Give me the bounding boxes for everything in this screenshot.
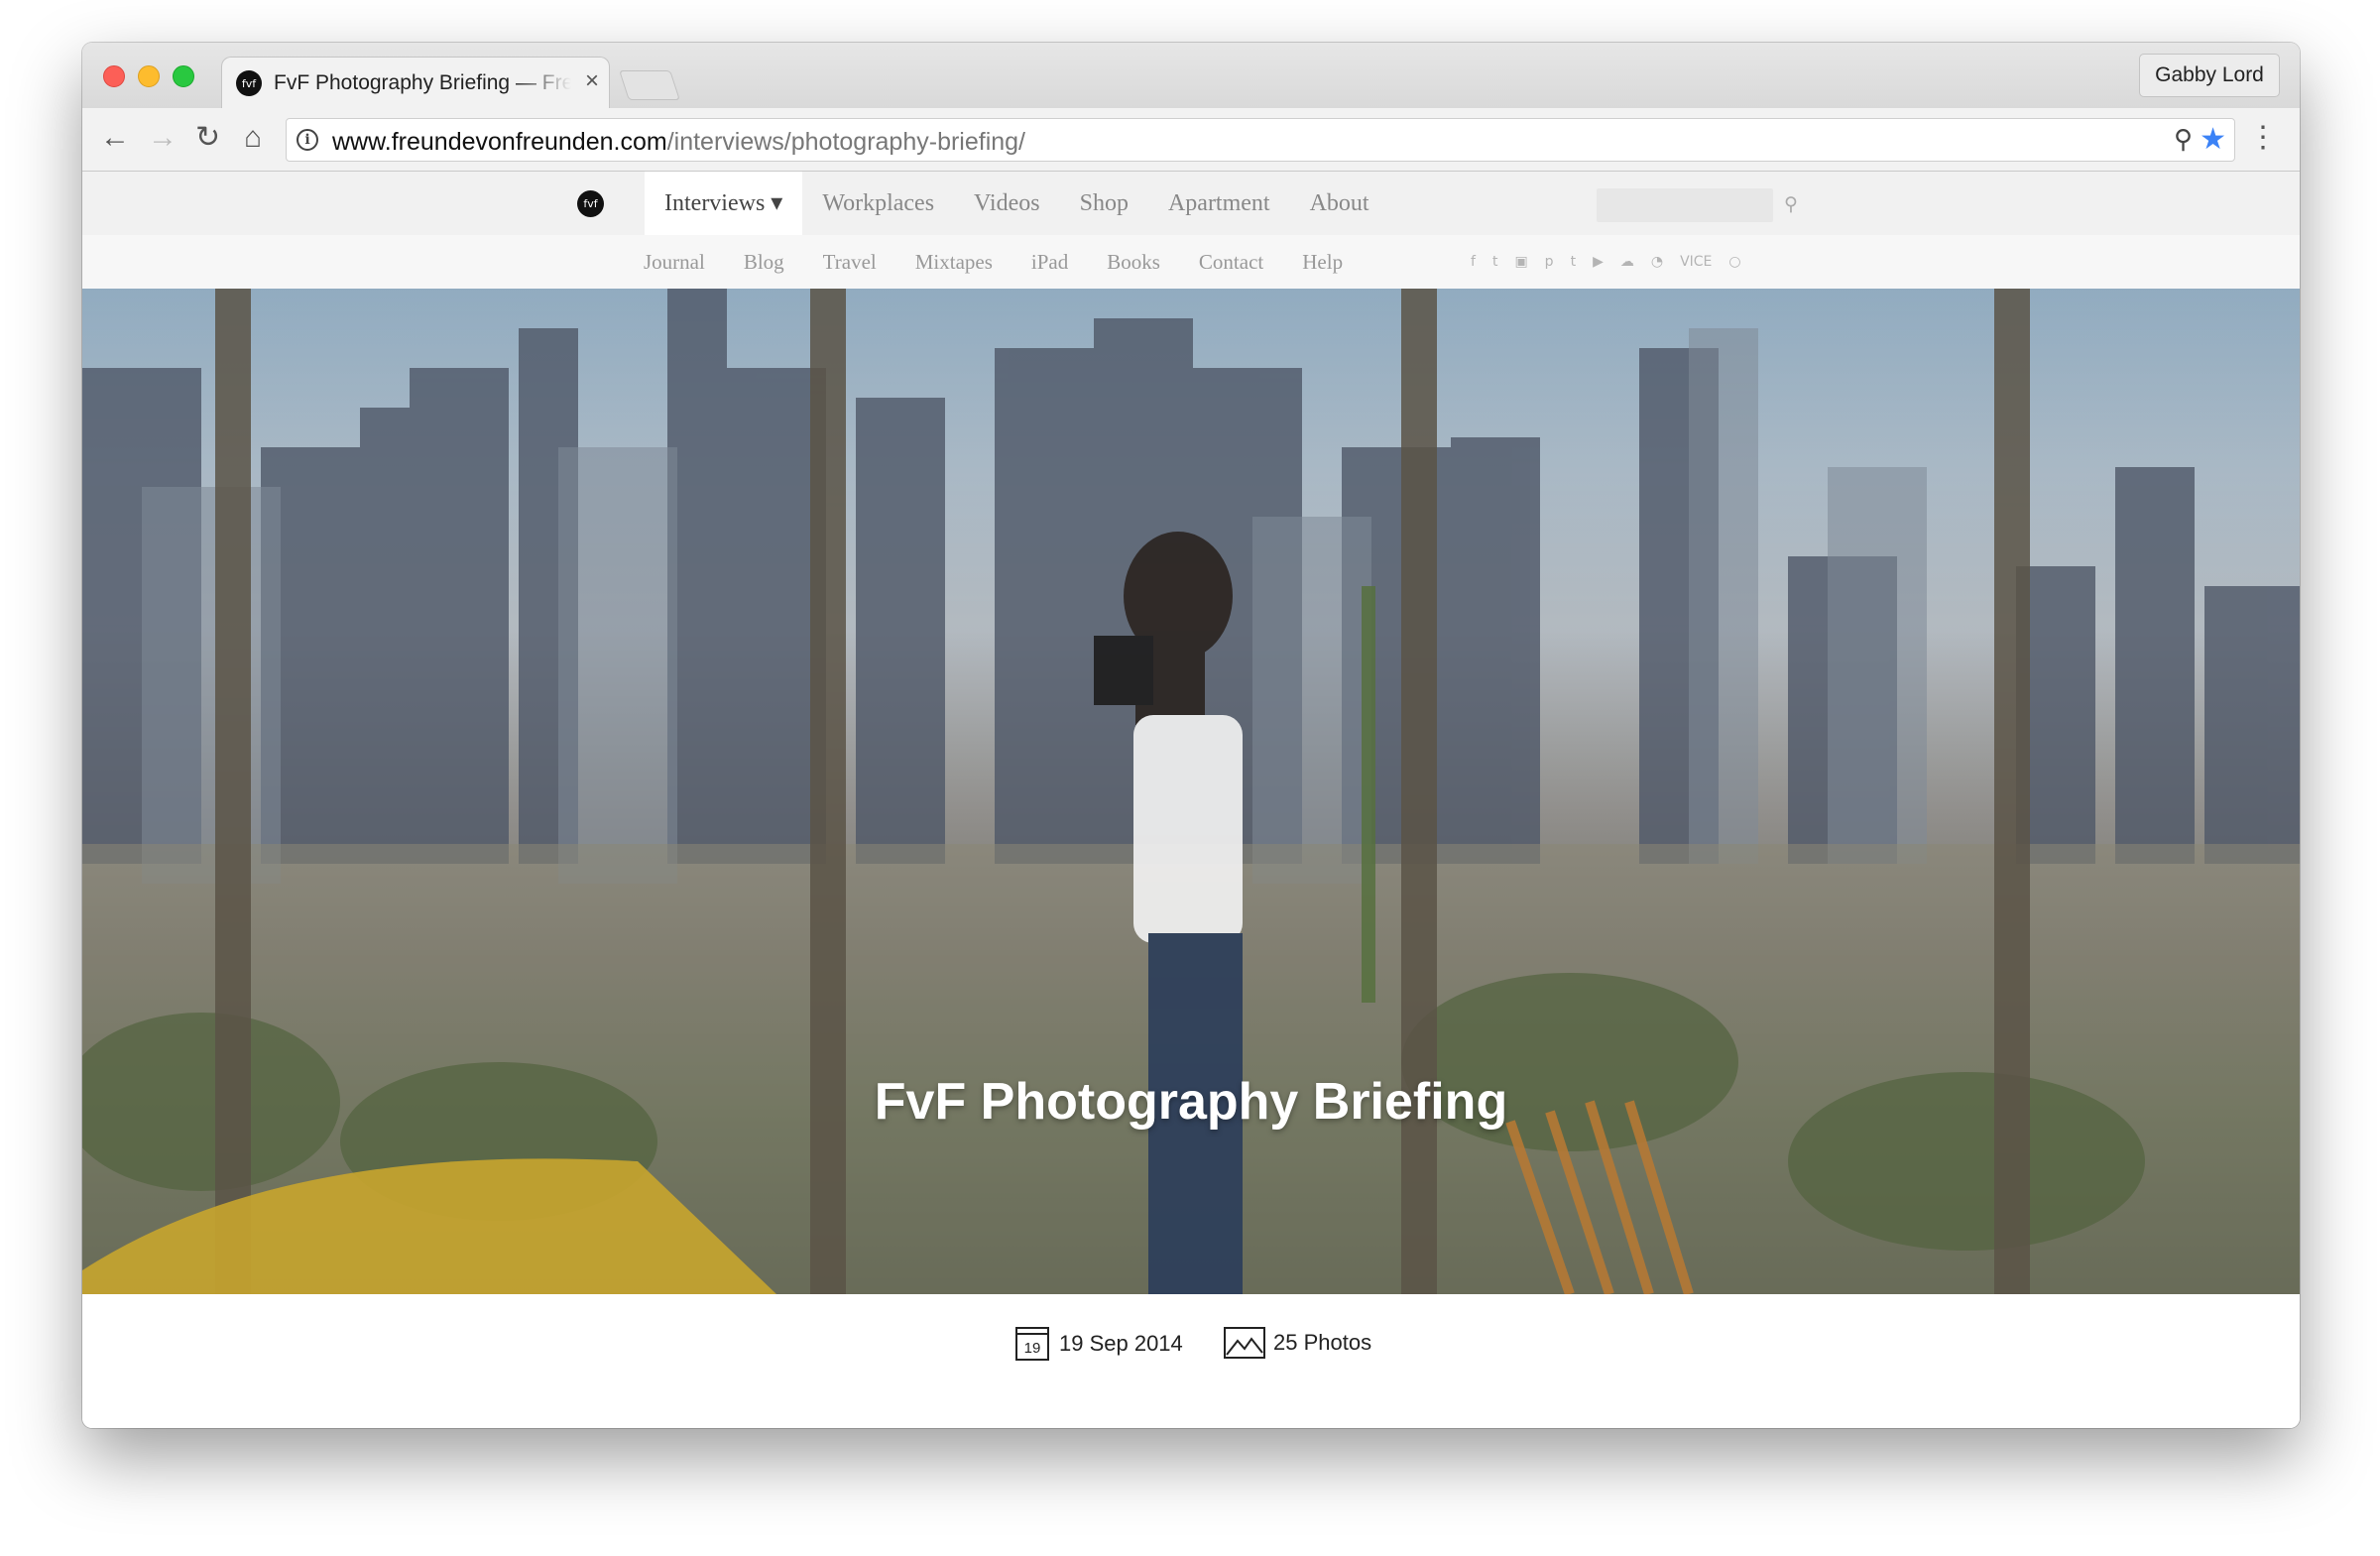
nav-item-videos[interactable]: Videos [954, 172, 1060, 235]
pinterest-icon[interactable]: p [1545, 254, 1554, 270]
sub-nav: Journal Blog Travel Mixtapes iPad Books … [644, 235, 1381, 289]
tab-active[interactable]: fvf FvF Photography Briefing — Freunde v… [221, 57, 610, 108]
info-icon[interactable]: i [297, 129, 318, 151]
maximize-window-button[interactable] [173, 65, 194, 87]
url-host: www.freundevonfreunden.com [332, 128, 667, 156]
reload-icon[interactable]: ↻ [195, 120, 220, 156]
subnav-item-journal[interactable]: Journal [644, 235, 705, 289]
subnav-item-mixtapes[interactable]: Mixtapes [915, 235, 993, 289]
browser-window: fvf FvF Photography Briefing — Freunde v… [82, 43, 2300, 1428]
bookmark-star-icon[interactable]: ★ [2200, 122, 2226, 157]
url-path: /interviews/photography-briefing/ [666, 128, 1026, 156]
vice-icon[interactable]: VICE [1680, 254, 1712, 270]
social-links: f t ▣ p t ▶ ☁ ◔ VICE ○ [1471, 253, 1758, 271]
tumblr-icon[interactable]: t [1571, 254, 1577, 270]
browser-toolbar: ← → ↻ ⌂ i www.freundevonfreunden.com/int… [82, 108, 2300, 172]
main-nav: Interviews ▾ Workplaces Videos Shop Apar… [645, 172, 1389, 235]
address-bar[interactable]: i www.freundevonfreunden.com/interviews/… [286, 118, 2235, 162]
nav-item-shop[interactable]: Shop [1060, 172, 1148, 235]
close-icon[interactable]: × [585, 67, 599, 95]
home-icon[interactable]: ⌂ [244, 120, 262, 156]
subnav-item-contact[interactable]: Contact [1199, 235, 1263, 289]
main-navbar: fvf Interviews ▾ Workplaces Videos Shop … [82, 172, 2300, 235]
rss-icon[interactable]: ◔ [1651, 254, 1663, 270]
photos-icon [1224, 1327, 1265, 1359]
back-arrow-icon[interactable]: ← [100, 120, 130, 156]
forward-arrow-icon[interactable]: → [148, 120, 178, 156]
close-window-button[interactable] [103, 65, 125, 87]
nav-item-interviews[interactable]: Interviews ▾ [645, 172, 803, 235]
fvf-logo[interactable]: fvf [577, 190, 604, 217]
browser-menu-icon[interactable]: ⋮ [2248, 120, 2278, 155]
tab-title: FvF Photography Briefing — Freunde von F… [274, 71, 571, 94]
subnav-item-ipad[interactable]: iPad [1031, 235, 1068, 289]
facebook-icon[interactable]: f [1471, 254, 1476, 270]
new-tab-button[interactable] [619, 70, 680, 100]
youtube-icon[interactable]: ▶ [1593, 254, 1604, 270]
circle-icon[interactable]: ○ [1728, 254, 1740, 270]
hero-title: FvF Photography Briefing [874, 1073, 1508, 1131]
twitter-icon[interactable]: t [1492, 254, 1498, 270]
soundcloud-icon[interactable]: ☁ [1620, 254, 1634, 270]
subnav-item-books[interactable]: Books [1107, 235, 1160, 289]
url-text[interactable]: www.freundevonfreunden.com/interviews/ph… [332, 128, 1025, 157]
instagram-icon[interactable]: ▣ [1514, 254, 1527, 270]
tab-strip: fvf FvF Photography Briefing — Freunde v… [82, 43, 2300, 108]
minimize-window-button[interactable] [138, 65, 160, 87]
profile-button[interactable]: Gabby Lord [2139, 54, 2280, 97]
date-text: 19 Sep 2014 [1059, 1331, 1183, 1356]
meta-date: 19 19 Sep 2014 [1015, 1327, 1183, 1361]
zoom-icon[interactable]: ⚲ [2174, 124, 2193, 155]
meta-photos[interactable]: 25 Photos [1224, 1327, 1371, 1359]
favicon-icon: fvf [236, 70, 262, 96]
site-search-input[interactable] [1597, 188, 1773, 222]
calendar-icon: 19 [1015, 1327, 1049, 1361]
photos-count: 25 Photos [1273, 1330, 1372, 1355]
article-meta: 19 19 Sep 2014 25 Photos [82, 1327, 2300, 1367]
subnav-item-blog[interactable]: Blog [744, 235, 784, 289]
nav-item-apartment[interactable]: Apartment [1148, 172, 1290, 235]
hero-image: FvF Photography Briefing [82, 289, 2300, 1294]
search-icon[interactable]: ⚲ [1784, 193, 1798, 216]
nav-item-workplaces[interactable]: Workplaces [802, 172, 954, 235]
subnav-item-help[interactable]: Help [1302, 235, 1343, 289]
skyline-illustration [82, 289, 2300, 1294]
calendar-day: 19 [1023, 1340, 1041, 1357]
nav-item-about[interactable]: About [1290, 172, 1389, 235]
web-page: fvf Interviews ▾ Workplaces Videos Shop … [82, 172, 2300, 1428]
subnav-item-travel[interactable]: Travel [823, 235, 877, 289]
